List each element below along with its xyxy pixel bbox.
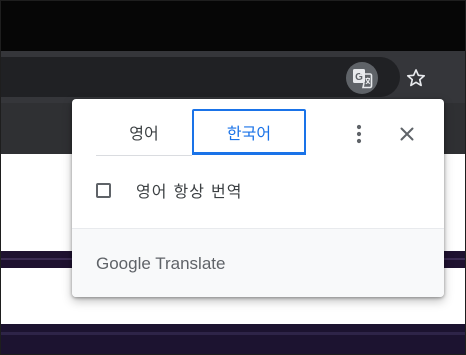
translate-bubble: 영어 한국어 영어 항상 번역 Google Translate [72,99,444,297]
close-button[interactable] [394,121,420,147]
close-icon [400,127,414,141]
tab-source-language[interactable]: 영어 [96,109,192,155]
address-bar[interactable] [0,57,400,97]
options-menu-button[interactable] [346,121,372,147]
tab-target-language-label: 한국어 [226,123,272,143]
tab-source-language-label: 영어 [129,124,159,143]
google-translate-brand: Google Translate [96,254,226,273]
always-translate-option[interactable]: 영어 항상 번역 [96,175,243,205]
star-outline-icon [406,69,426,87]
tab-target-language[interactable]: 한국어 [192,109,306,155]
bookmark-star-button[interactable] [400,62,432,94]
google-translate-icon: G [353,69,373,89]
always-translate-label: 영어 항상 번역 [136,182,243,201]
translate-page-button[interactable]: G [346,62,378,94]
tab-divider [96,155,192,156]
popup-footer: Google Translate [72,228,444,297]
tab-strip [0,0,466,51]
page-footer-band [0,324,466,355]
more-vert-icon [356,124,362,144]
always-translate-checkbox[interactable] [96,182,111,198]
